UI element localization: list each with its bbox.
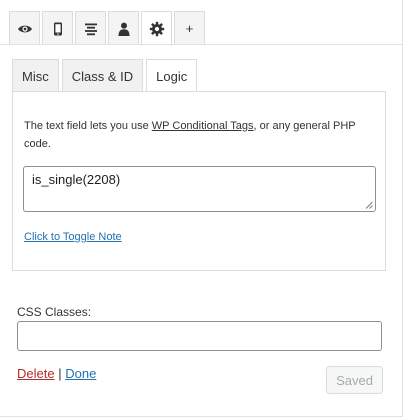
logic-value: is_single(2208) xyxy=(32,172,121,187)
tab-alignment[interactable] xyxy=(75,11,106,45)
tab-add[interactable]: + xyxy=(174,11,205,45)
css-classes-input[interactable] xyxy=(17,321,382,351)
settings-tabs: Misc Class & ID Logic xyxy=(12,59,200,93)
logic-description: The text field lets you use WP Condition… xyxy=(24,117,374,153)
tab-logic[interactable]: Logic xyxy=(146,59,198,93)
css-classes-label: CSS Classes: xyxy=(17,305,92,319)
tab-devices[interactable] xyxy=(42,11,73,45)
link-separator: | xyxy=(58,366,62,381)
delete-link[interactable]: Delete xyxy=(17,366,55,381)
toggle-note-link[interactable]: Click to Toggle Note xyxy=(24,231,122,243)
logic-panel: The text field lets you use WP Condition… xyxy=(12,91,386,271)
tab-visibility[interactable] xyxy=(9,11,40,45)
mobile-icon xyxy=(53,22,62,35)
saved-button[interactable]: Saved xyxy=(326,366,383,394)
align-center-icon xyxy=(84,23,97,35)
done-link[interactable]: Done xyxy=(65,366,96,381)
widget-options-panel: + Misc Class & ID Logic The text field l… xyxy=(0,0,403,417)
toolbar-divider xyxy=(0,44,403,45)
user-icon xyxy=(118,22,129,36)
resize-grip-icon[interactable] xyxy=(365,201,373,209)
plus-icon: + xyxy=(185,21,194,36)
wp-conditional-tags-link[interactable]: WP Conditional Tags xyxy=(152,120,254,132)
tab-settings[interactable] xyxy=(141,11,172,46)
tab-class-id[interactable]: Class & ID xyxy=(61,59,144,92)
logic-textarea[interactable]: is_single(2208) xyxy=(23,166,376,212)
eye-icon xyxy=(17,25,32,32)
description-text: The text field lets you use xyxy=(24,120,152,132)
action-links: Delete | Done xyxy=(17,366,96,381)
tab-roles[interactable] xyxy=(108,11,139,45)
tab-misc[interactable]: Misc xyxy=(12,59,59,92)
gear-icon xyxy=(149,21,164,37)
icon-tab-bar: + xyxy=(9,11,207,46)
